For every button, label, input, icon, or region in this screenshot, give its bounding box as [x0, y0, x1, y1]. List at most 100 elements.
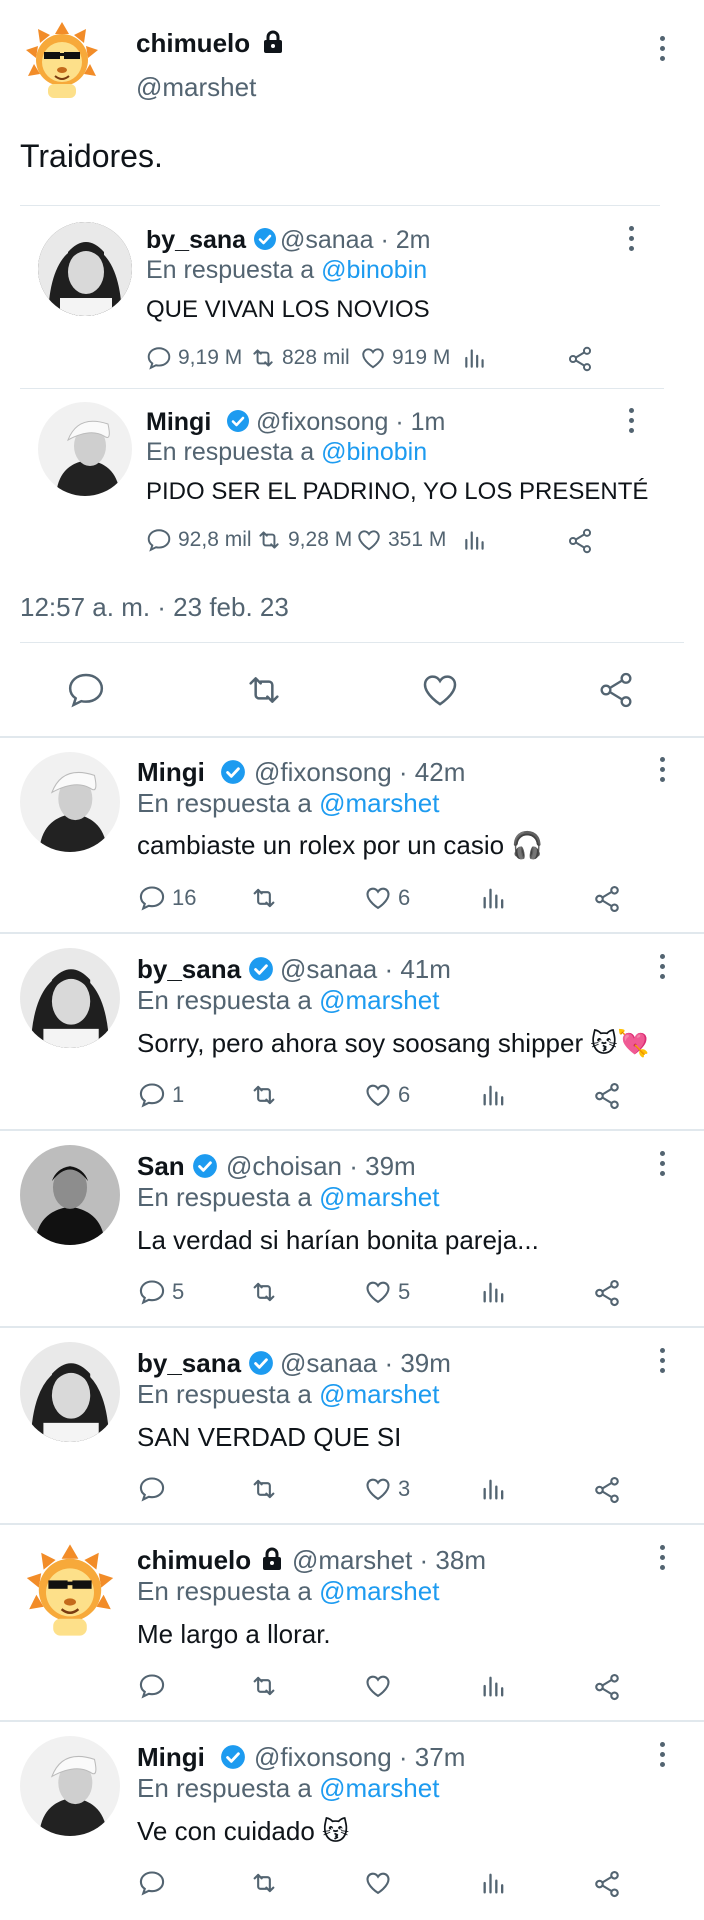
reply-author-name[interactable]: by_sana	[137, 954, 274, 985]
mention-link[interactable]: @marshet	[319, 788, 439, 818]
tweet-timestamp: 12:57 a. m. · 23 feb. 23	[20, 592, 289, 622]
reply-text: La verdad si harían bonita pareja...	[137, 1225, 539, 1255]
quote1-like-button[interactable]: 919 M	[360, 345, 450, 371]
quote2-views-button[interactable]	[462, 527, 488, 553]
reply-share-button[interactable]	[592, 1869, 622, 1899]
quote1-views-button[interactable]	[462, 345, 488, 371]
like-icon	[366, 1478, 390, 1501]
quote1-reply-button[interactable]: 9,19 M	[146, 345, 242, 371]
avatar-mingi[interactable]	[20, 1736, 120, 1836]
avatar-mingi[interactable]	[38, 402, 132, 496]
reply-reply-button[interactable]: 16	[138, 884, 196, 912]
avatar-san[interactable]	[20, 1145, 120, 1245]
quote1-handle[interactable]: @sanaa · 2m	[280, 226, 430, 255]
mention-link[interactable]: @marshet	[319, 1773, 439, 1803]
reply-like-button[interactable]: 5	[364, 1278, 410, 1306]
quote2-share-button[interactable]	[566, 527, 594, 555]
reply-divider	[0, 932, 704, 934]
like-icon	[358, 530, 380, 551]
reply-author-name[interactable]: San	[137, 1151, 218, 1182]
reply-views-button[interactable]	[480, 1081, 508, 1109]
reply-author-name[interactable]: Mingi	[137, 757, 246, 788]
quote2-text: PIDO SER EL PADRINO, YO LOS PRESENTÉ	[146, 478, 649, 505]
quote2-retweet-button[interactable]: 9,28 M	[256, 527, 352, 553]
reply-like-button[interactable]: 6	[364, 1081, 410, 1109]
reply-prefix: En respuesta a	[146, 256, 322, 284]
reply-share-button[interactable]	[592, 1672, 622, 1702]
reply-author-name[interactable]: Mingi	[137, 1742, 246, 1773]
avatar-mingi[interactable]	[20, 752, 120, 852]
reply-retweet-button[interactable]	[250, 1869, 284, 1897]
reply-share-button[interactable]	[592, 1475, 622, 1505]
more-icon[interactable]	[656, 36, 668, 64]
mention-link[interactable]: @binobin	[321, 438, 427, 466]
quote2-like-button[interactable]: 351 M	[356, 527, 446, 553]
more-icon[interactable]	[656, 1742, 668, 1770]
verified-badge-icon	[249, 957, 274, 982]
views-icon	[483, 1085, 504, 1106]
quote2-handle[interactable]: @fixonsong · 1m	[256, 408, 445, 437]
main-share-button[interactable]	[596, 670, 636, 710]
reply-handle[interactable]: @sanaa · 39m	[280, 1348, 451, 1379]
quote1-retweet-button[interactable]: 828 mil	[250, 345, 350, 371]
author-handle[interactable]: @marshet	[136, 72, 256, 103]
reply-share-button[interactable]	[592, 884, 622, 914]
quote1-author-name[interactable]: by_sana	[146, 226, 277, 255]
reply-retweet-button[interactable]	[250, 1278, 284, 1306]
reply-author-name[interactable]: chimuelo	[137, 1545, 284, 1576]
author-name[interactable]: chimuelo	[136, 28, 285, 59]
more-icon[interactable]	[656, 1545, 668, 1573]
reply-views-button[interactable]	[480, 1475, 508, 1503]
mention-link[interactable]: @marshet	[319, 1379, 439, 1409]
reply-like-button[interactable]: 6	[364, 884, 410, 912]
main-like-button[interactable]	[420, 670, 460, 710]
more-icon[interactable]	[625, 408, 637, 436]
main-reply-button[interactable]	[66, 670, 106, 710]
reply-views-button[interactable]	[480, 884, 508, 912]
reply-retweet-button[interactable]	[250, 884, 284, 912]
avatar-by-sana[interactable]	[20, 1342, 120, 1442]
avatar-chimuelo[interactable]	[22, 1542, 118, 1638]
mention-link[interactable]: @marshet	[319, 1182, 439, 1212]
reply-like-button[interactable]	[364, 1672, 398, 1700]
more-icon[interactable]	[656, 1151, 668, 1179]
more-icon[interactable]	[656, 757, 668, 785]
reply-reply-button[interactable]	[138, 1672, 172, 1700]
reply-views-button[interactable]	[480, 1672, 508, 1700]
quote1-share-button[interactable]	[566, 345, 594, 373]
avatar-by-sana[interactable]	[20, 948, 120, 1048]
more-icon[interactable]	[625, 226, 637, 254]
views-icon	[465, 349, 484, 368]
reply-like-button[interactable]: 3	[364, 1475, 410, 1503]
reply-like-button[interactable]	[364, 1869, 398, 1897]
reply-retweet-button[interactable]	[250, 1475, 284, 1503]
reply-handle[interactable]: @marshet · 38m	[292, 1545, 486, 1576]
reply-share-button[interactable]	[592, 1278, 622, 1308]
quote2-reply-button[interactable]: 92,8 mil	[146, 527, 252, 553]
mention-link[interactable]: @marshet	[319, 985, 439, 1015]
reply-author-name[interactable]: by_sana	[137, 1348, 274, 1379]
reply-retweet-button[interactable]	[250, 1672, 284, 1700]
reply-handle[interactable]: @sanaa · 41m	[280, 954, 451, 985]
reply-retweet-button[interactable]	[250, 1081, 284, 1109]
reply-reply-button[interactable]	[138, 1475, 172, 1503]
more-icon[interactable]	[656, 1348, 668, 1376]
reply-views-button[interactable]	[480, 1869, 508, 1897]
views-icon	[483, 1282, 504, 1303]
mention-link[interactable]: @marshet	[319, 1576, 439, 1606]
mention-link[interactable]: @binobin	[321, 256, 427, 284]
more-icon[interactable]	[656, 954, 668, 982]
main-retweet-button[interactable]	[244, 670, 284, 710]
quote2-author-name[interactable]: Mingi	[146, 408, 250, 437]
avatar-by-sana[interactable]	[38, 222, 132, 316]
reply-reply-button[interactable]: 5	[138, 1278, 184, 1306]
reply-views-button[interactable]	[480, 1278, 508, 1306]
reply-reply-button[interactable]	[138, 1869, 172, 1897]
reply-reply-button[interactable]: 1	[138, 1081, 184, 1109]
avatar-chimuelo[interactable]	[22, 20, 102, 100]
reply-handle[interactable]: @choisan · 39m	[226, 1151, 416, 1182]
reply-share-button[interactable]	[592, 1081, 622, 1111]
reply-icon	[139, 1280, 165, 1305]
reply-handle[interactable]: @fixonsong · 42m	[254, 757, 465, 788]
reply-handle[interactable]: @fixonsong · 37m	[254, 1742, 465, 1773]
